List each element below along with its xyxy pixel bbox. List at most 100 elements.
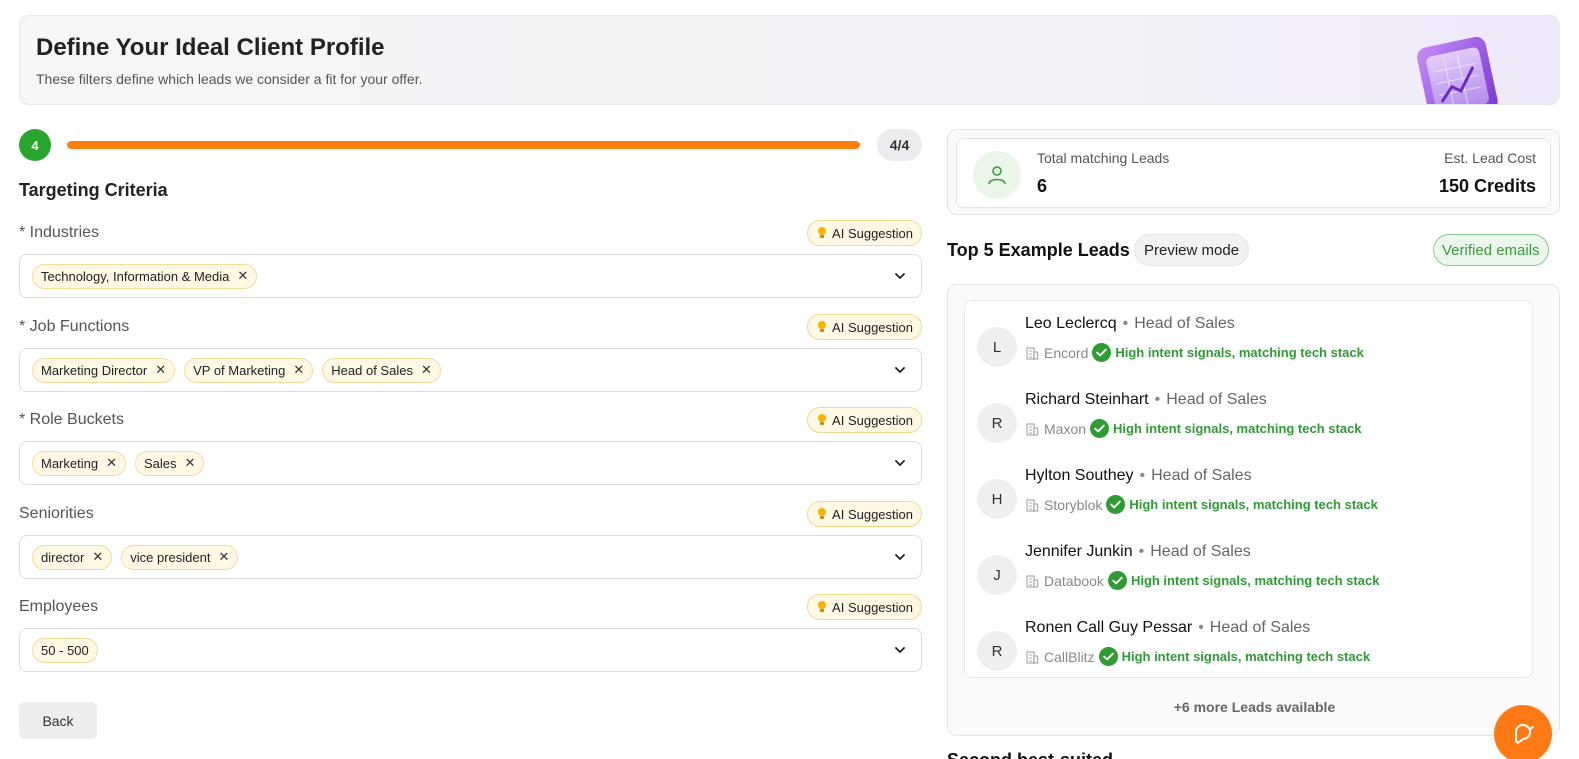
progress-step-icon: 4 xyxy=(19,129,51,161)
job-functions-select[interactable]: Marketing Director ✕ VP of Marketing ✕ Hea… xyxy=(19,348,922,392)
lead-role: Head of Sales xyxy=(1134,315,1235,332)
chat-support-button[interactable] xyxy=(1494,705,1552,759)
avatar: H xyxy=(977,479,1017,519)
chart-illustration-icon xyxy=(1417,36,1498,104)
close-icon[interactable]: ✕ xyxy=(293,362,304,378)
lightbulb-icon xyxy=(818,321,827,332)
building-icon xyxy=(1026,574,1039,588)
role-buckets-select[interactable]: Marketing ✕ Sales ✕ xyxy=(19,441,922,485)
lead-company: CallBlitz xyxy=(1044,648,1095,665)
preview-mode-badge: Preview mode xyxy=(1134,234,1250,266)
separator-dot: • xyxy=(1138,543,1145,560)
check-circle-icon xyxy=(1092,343,1112,362)
stats-card: Total matching Leads 6 Est. Lead Cost 15… xyxy=(947,129,1560,215)
lead-meta: Maxon High intent signals, matching tech… xyxy=(1025,419,1362,438)
close-icon[interactable]: ✕ xyxy=(106,455,117,471)
tag-label: Sales xyxy=(143,455,177,471)
tag-chip: Technology, Information & Media ✕ xyxy=(32,263,258,289)
ai-suggestion-label: AI Suggestion xyxy=(832,412,913,428)
lead-name: Hylton Southey xyxy=(1025,467,1134,484)
check-circle-icon xyxy=(1107,571,1127,590)
second-section-title: Second best-suited xyxy=(947,750,1113,759)
list-item[interactable]: H Hylton Southey • Head of Sales Storyblok… xyxy=(977,467,1527,527)
field-label: * Job Functions xyxy=(19,318,130,335)
tag-chip: Head of Sales ✕ xyxy=(322,357,441,383)
tag-chip: Marketing ✕ xyxy=(32,450,126,476)
lead-meta: Encord High intent signals, matching tec… xyxy=(1025,343,1364,362)
ai-suggestion-button[interactable]: AI Suggestion xyxy=(807,501,922,527)
lightbulb-icon xyxy=(818,227,827,238)
chevron-down-icon[interactable] xyxy=(893,643,907,657)
chevron-down-icon[interactable] xyxy=(893,456,907,470)
close-icon[interactable]: ✕ xyxy=(92,549,103,565)
tag-chip: Sales ✕ xyxy=(134,450,205,476)
list-item[interactable]: R Richard Steinhart • Head of Sales Maxon … xyxy=(977,391,1527,451)
close-icon[interactable]: ✕ xyxy=(218,549,229,565)
avatar: L xyxy=(977,327,1017,367)
field-label: * Role Buckets xyxy=(19,411,124,428)
lead-company: Storyblok xyxy=(1044,496,1103,513)
lead-signal: High intent signals, matching tech stack xyxy=(1113,421,1362,436)
lead-role: Head of Sales xyxy=(1166,391,1267,408)
close-icon[interactable]: ✕ xyxy=(237,268,248,284)
lead-signal: High intent signals, matching tech stack xyxy=(1121,649,1371,664)
ai-suggestion-button[interactable]: AI Suggestion xyxy=(807,407,922,433)
progress-bar xyxy=(67,141,860,149)
lead-signal: High intent signals, matching tech stack xyxy=(1115,345,1364,360)
tag-chip: 50 - 500 xyxy=(32,637,98,663)
industries-select[interactable]: Technology, Information & Media ✕ xyxy=(19,254,922,298)
lead-name: Richard Steinhart xyxy=(1025,391,1149,408)
chat-support-icon xyxy=(1515,724,1534,744)
ai-suggestion-label: AI Suggestion xyxy=(832,506,913,522)
tag-label: Head of Sales xyxy=(331,362,413,378)
matching-leads-value: 6 xyxy=(1037,176,1048,196)
leads-card: L Leo Leclercq • Head of Sales Encord High… xyxy=(947,284,1560,736)
employees-select[interactable]: 50 - 500 xyxy=(19,628,922,672)
lead-name-line: Leo Leclercq • Head of Sales xyxy=(1025,315,1235,333)
close-icon[interactable]: ✕ xyxy=(421,362,432,378)
ai-suggestion-button[interactable]: AI Suggestion xyxy=(807,594,922,620)
chevron-down-icon[interactable] xyxy=(893,269,907,283)
lead-company: Maxon xyxy=(1044,420,1087,437)
user-icon-glyph xyxy=(988,166,1006,185)
lightbulb-icon xyxy=(818,601,827,612)
tag-label: vice president xyxy=(130,549,211,565)
separator-dot: • xyxy=(1198,619,1204,636)
matching-leads-label: Total matching Leads xyxy=(1037,150,1170,166)
check-circle-icon xyxy=(1098,647,1118,666)
lightbulb-icon xyxy=(818,508,827,519)
verified-emails-badge: Verified emails xyxy=(1433,234,1549,266)
lead-company: Encord xyxy=(1044,344,1089,361)
ai-suggestion-button[interactable]: AI Suggestion xyxy=(807,314,922,340)
page-title: Define Your Ideal Client Profile xyxy=(36,34,385,61)
list-item[interactable]: R Ronen Call Guy Pessar • Head of Sales Ca… xyxy=(977,619,1527,679)
chevron-down-icon[interactable] xyxy=(893,363,907,377)
lead-role: Head of Sales xyxy=(1151,467,1252,484)
list-item[interactable]: L Leo Leclercq • Head of Sales Encord High… xyxy=(977,315,1527,375)
tag-chip: vice president ✕ xyxy=(121,544,239,570)
ai-suggestion-label: AI Suggestion xyxy=(832,319,913,335)
stats-card-inner: Total matching Leads 6 Est. Lead Cost 15… xyxy=(956,138,1551,208)
close-icon[interactable]: ✕ xyxy=(185,455,196,471)
lead-meta: CallBlitz High intent signals, matching … xyxy=(1025,647,1370,666)
chevron-down-icon[interactable] xyxy=(893,550,907,564)
lead-name: Leo Leclercq xyxy=(1025,315,1117,332)
lead-name: Ronen Call Guy Pessar xyxy=(1025,619,1193,636)
lead-meta: Databook High intent signals, matching t… xyxy=(1025,571,1379,590)
close-icon[interactable]: ✕ xyxy=(155,362,166,378)
field-label: * Industries xyxy=(19,224,100,241)
lead-name-line: Richard Steinhart • Head of Sales xyxy=(1025,391,1267,409)
check-circle-icon xyxy=(1090,419,1110,438)
seniorities-select[interactable]: director ✕ vice president ✕ xyxy=(19,535,922,579)
back-button[interactable]: Back xyxy=(19,702,97,739)
building-icon xyxy=(1026,422,1039,436)
lead-cost-label: Est. Lead Cost xyxy=(1444,150,1536,166)
tag-label: Marketing Director xyxy=(41,362,148,378)
lead-meta: Storyblok High intent signals, matching … xyxy=(1025,495,1378,514)
list-item[interactable]: J Jennifer Junkin • Head of Sales Databook… xyxy=(977,543,1527,603)
ai-suggestion-label: AI Suggestion xyxy=(832,599,913,615)
lead-role: Head of Sales xyxy=(1150,543,1251,560)
avatar: R xyxy=(977,403,1017,443)
tag-chip: director ✕ xyxy=(32,544,113,570)
ai-suggestion-button[interactable]: AI Suggestion xyxy=(807,220,922,246)
